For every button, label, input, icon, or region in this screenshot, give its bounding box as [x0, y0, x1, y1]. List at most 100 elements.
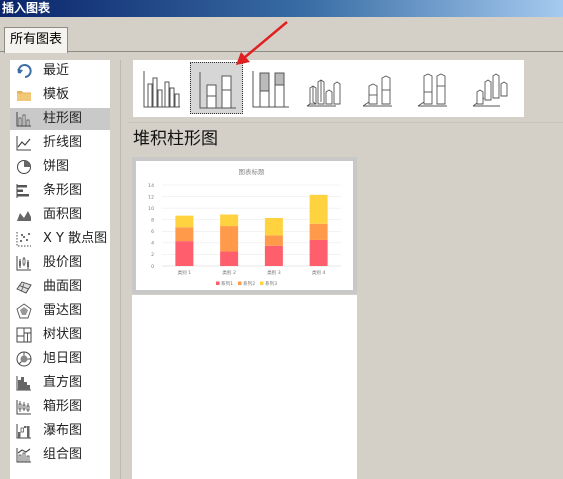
- legend-swatch: [260, 281, 264, 285]
- sidebar-item-area[interactable]: 面积图: [10, 204, 110, 226]
- title-bar: 插入图表: [0, 0, 563, 17]
- box-whisker-chart-icon: [16, 400, 31, 415]
- chart-preview[interactable]: 图表标题 0 2 4 6 8 10 12 14 类别 1 类别 2 类别 3 类别 4 系列1 系列2 系列3: [136, 161, 353, 290]
- sidebar-item-waterfall[interactable]: 瀑布图: [10, 420, 110, 442]
- y-tick-label: 6: [151, 229, 154, 235]
- legend-label: 系列1: [221, 280, 233, 287]
- sidebar-item-surface[interactable]: 曲面图: [10, 276, 110, 298]
- bar-segment: [309, 223, 328, 240]
- y-tick-label: 10: [148, 206, 154, 212]
- radar-chart-icon: [16, 303, 32, 319]
- bar-segment: [175, 215, 194, 228]
- x-tick-label: 类别 3: [267, 269, 281, 276]
- section-title: 堆积柱形图: [133, 129, 218, 149]
- sidebar-item-label: 股价图: [43, 255, 83, 270]
- sidebar-item-label: 瀑布图: [43, 423, 83, 438]
- annotation-arrow: [236, 21, 288, 65]
- x-tick-label: 类别 2: [222, 269, 236, 276]
- percent-stacked-column-icon: [252, 71, 289, 108]
- bar-segment: [309, 194, 328, 224]
- waterfall-chart-icon: [16, 424, 31, 439]
- sidebar-item-bar[interactable]: 条形图: [10, 180, 110, 202]
- sidebar-item-label: 折线图: [43, 135, 83, 150]
- y-tick-label: 8: [151, 218, 154, 224]
- chart-svg: 图表标题 0 2 4 6 8 10 12 14 类别 1 类别 2 类别 3 类别 4 系列1 系列2 系列3: [148, 167, 341, 287]
- sidebar-item-label: 条形图: [43, 183, 83, 198]
- bar-segment: [175, 227, 194, 242]
- bar-segment: [175, 241, 194, 266]
- folder-icon: [17, 91, 31, 101]
- legend-swatch: [216, 281, 220, 285]
- sidebar-item-treemap[interactable]: 树状图: [10, 324, 110, 346]
- sidebar-item-scatter[interactable]: X Y 散点图: [10, 228, 110, 250]
- subtype-3d-stacked-column[interactable]: [354, 62, 407, 114]
- chart-subtype-gallery: [133, 60, 524, 117]
- x-tick-label: 类别 4: [312, 269, 326, 276]
- subtype-3d-clustered-column[interactable]: [298, 62, 351, 114]
- sidebar-item-sunburst[interactable]: 旭日图: [10, 348, 110, 370]
- pie-chart-icon: [17, 160, 31, 174]
- sidebar-item-label: 柱形图: [43, 111, 83, 126]
- bar-segment: [264, 245, 283, 266]
- chart-description-area: [132, 295, 357, 479]
- sidebar-item-label: 面积图: [43, 207, 83, 222]
- sunburst-chart-icon: [16, 351, 32, 367]
- sidebar-item-label: 曲面图: [43, 279, 83, 294]
- sidebar-item-label: 旭日图: [43, 351, 83, 366]
- sidebar-item-label: 树状图: [43, 327, 83, 342]
- sidebar-item-templates[interactable]: 模板: [10, 84, 110, 106]
- 3d-column-icon: [472, 73, 508, 107]
- legend-label: 系列3: [265, 280, 277, 287]
- y-tick-label: 14: [148, 183, 154, 189]
- panel-separator: [120, 60, 121, 479]
- subtype-clustered-column[interactable]: [135, 62, 188, 114]
- chart-category-list: 最近 模板 柱形图 折线图 饼图 条形图 面积图 X Y 散点图 股价图 曲面图…: [10, 60, 110, 479]
- y-tick-label: 0: [151, 264, 154, 270]
- treemap-chart-icon: [16, 327, 32, 343]
- legend-swatch: [238, 281, 242, 285]
- scatter-chart-icon: [16, 232, 31, 247]
- sidebar-item-label: 箱形图: [43, 399, 83, 414]
- window-title: 插入图表: [2, 1, 51, 15]
- sidebar-item-column[interactable]: 柱形图: [10, 108, 110, 130]
- bar-segment: [220, 214, 239, 227]
- sidebar-item-label: 最近: [43, 63, 70, 78]
- sidebar-item-label: 组合图: [43, 447, 83, 462]
- sidebar-item-combo[interactable]: 组合图: [10, 444, 110, 466]
- area-chart-icon: [17, 211, 31, 221]
- bar-segment: [220, 226, 239, 252]
- sidebar-item-label: 模板: [43, 87, 70, 102]
- subtype-3d-percent-stacked-column[interactable]: [409, 62, 462, 114]
- sidebar-item-recent[interactable]: 最近: [10, 60, 110, 82]
- bar-segment: [264, 235, 283, 246]
- sidebar-item-label: 直方图: [43, 375, 83, 390]
- section-divider: [128, 122, 563, 123]
- 3d-percent-stacked-column-icon: [417, 73, 447, 107]
- y-tick-label: 12: [148, 194, 154, 200]
- surface-chart-icon: [16, 281, 32, 294]
- sidebar-item-stock[interactable]: 股价图: [10, 252, 110, 274]
- bar-segment: [264, 217, 283, 236]
- column-chart-icon: [16, 112, 31, 127]
- sidebar-item-line[interactable]: 折线图: [10, 132, 110, 154]
- sidebar-item-label: X Y 散点图: [43, 231, 108, 246]
- sidebar-item-pie[interactable]: 饼图: [10, 156, 110, 178]
- histogram-chart-icon: [16, 376, 31, 391]
- 3d-clustered-column-icon: [306, 79, 341, 107]
- y-tick-label: 2: [151, 252, 154, 258]
- sidebar-item-histogram[interactable]: 直方图: [10, 372, 110, 394]
- line-chart-icon: [16, 136, 31, 151]
- tab-all-charts[interactable]: 所有图表: [4, 27, 68, 53]
- y-tick-label: 4: [151, 241, 154, 247]
- bar-chart-icon: [16, 184, 29, 198]
- sidebar-item-radar[interactable]: 雷达图: [10, 300, 110, 322]
- bar-segment: [220, 251, 239, 266]
- stacked-column-icon: [199, 72, 236, 109]
- subtype-3d-column[interactable]: [464, 62, 517, 114]
- stock-chart-icon: [16, 256, 31, 271]
- chart-title: 图表标题: [239, 167, 266, 176]
- sidebar-item-box-whisker[interactable]: 箱形图: [10, 396, 110, 418]
- recent-icon: [17, 64, 32, 78]
- bar-segment: [309, 239, 328, 266]
- sidebar-item-label: 饼图: [43, 159, 70, 174]
